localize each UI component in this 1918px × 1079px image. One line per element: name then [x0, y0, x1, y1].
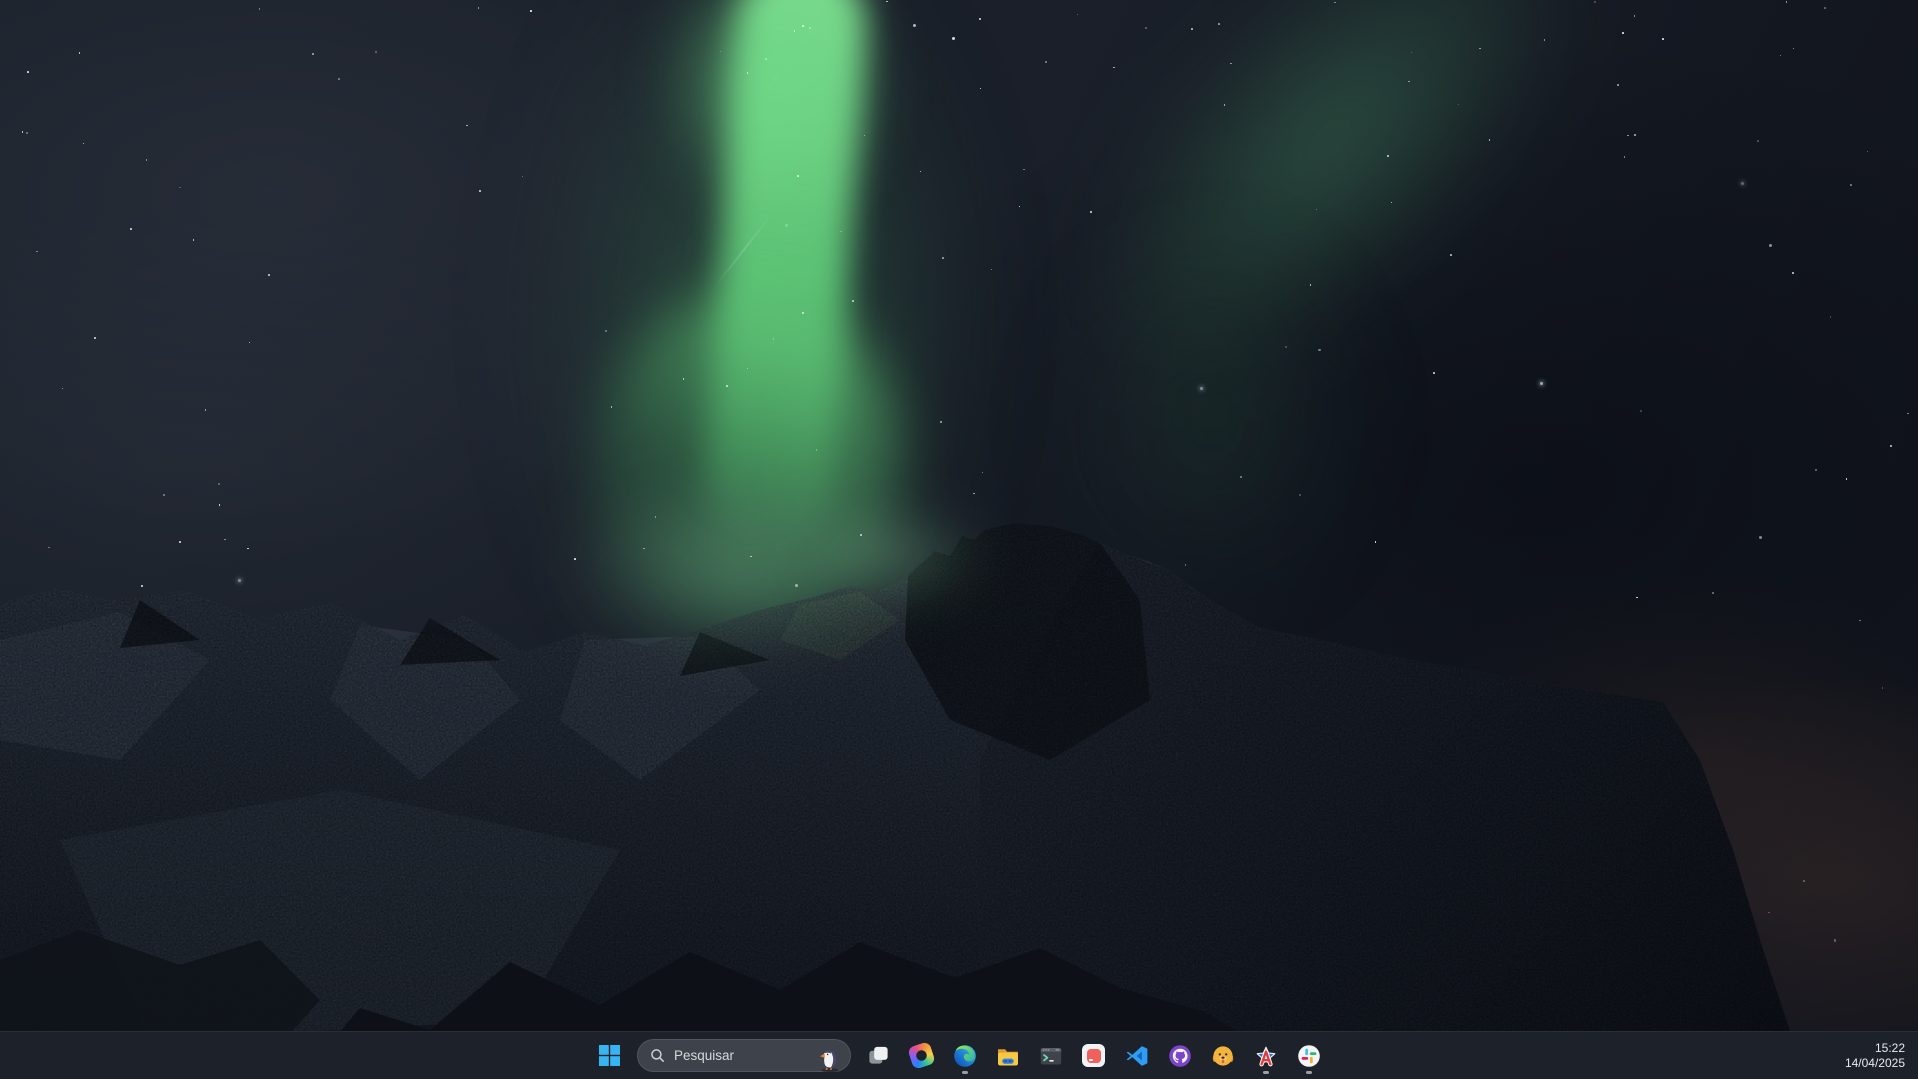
taskbar-app-terminal[interactable]	[1031, 1036, 1071, 1076]
taskbar-center-group: Pesquisar	[588, 1036, 1330, 1076]
search-icon	[650, 1048, 665, 1063]
taskbar-app-a-star[interactable]	[1246, 1036, 1286, 1076]
taskbar-app-file-explorer[interactable]	[988, 1036, 1028, 1076]
clock-date: 14/04/2025	[1845, 1056, 1905, 1071]
windows-logo-icon	[599, 1045, 620, 1066]
taskbar-app-github-desktop[interactable]	[1160, 1036, 1200, 1076]
search-placeholder: Pesquisar	[674, 1048, 817, 1063]
terminal-icon	[1039, 1044, 1063, 1068]
vscode-icon	[1125, 1044, 1149, 1068]
taskbar-app-bruno[interactable]	[1203, 1036, 1243, 1076]
taskbar-app-slack[interactable]	[1289, 1036, 1329, 1076]
red-tile-app-icon	[1082, 1044, 1105, 1067]
a-star-app-icon	[1254, 1044, 1278, 1068]
taskbar-app-task-view[interactable]	[859, 1036, 899, 1076]
search-daily-puffin-icon	[817, 1043, 844, 1073]
taskbar: Pesquisar	[0, 1031, 1918, 1079]
taskbar-app-edge[interactable]	[945, 1036, 985, 1076]
running-indicator	[1306, 1071, 1312, 1074]
task-view-icon	[867, 1044, 890, 1067]
bruno-dog-icon	[1211, 1044, 1235, 1068]
taskbar-app-red-square[interactable]	[1074, 1036, 1114, 1076]
clock-time: 15:22	[1845, 1041, 1905, 1056]
taskbar-app-copilot[interactable]	[902, 1036, 942, 1076]
running-indicator	[962, 1071, 968, 1074]
desktop[interactable]	[0, 0, 1918, 1079]
file-explorer-icon	[996, 1044, 1020, 1068]
mountain-silhouette	[0, 0, 1918, 1079]
search-box[interactable]: Pesquisar	[637, 1039, 851, 1072]
running-indicator	[1263, 1071, 1269, 1074]
edge-browser-icon	[953, 1044, 977, 1068]
start-button[interactable]	[590, 1036, 630, 1076]
slack-icon	[1297, 1044, 1321, 1068]
taskbar-app-vscode[interactable]	[1117, 1036, 1157, 1076]
copilot-icon	[907, 1041, 936, 1070]
github-desktop-icon	[1168, 1044, 1192, 1068]
taskbar-clock[interactable]: 15:22 14/04/2025	[1845, 1041, 1905, 1071]
